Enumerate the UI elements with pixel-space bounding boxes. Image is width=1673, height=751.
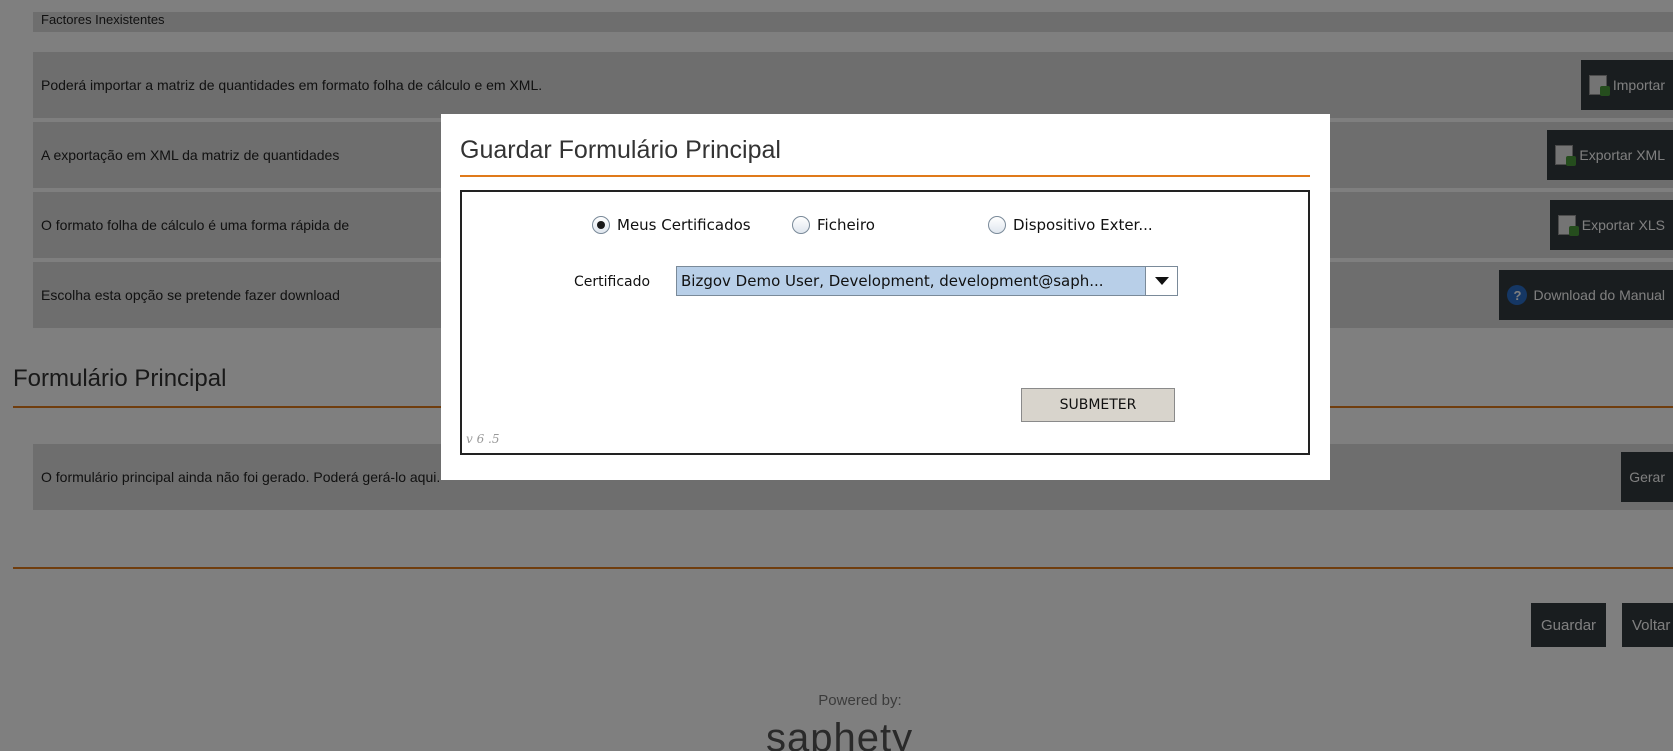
- radio-my-certificates[interactable]: Meus Certificados: [592, 216, 751, 234]
- radio-external-device-label: Dispositivo Exter...: [1013, 216, 1153, 234]
- radio-file-label: Ficheiro: [817, 216, 875, 234]
- radio-file[interactable]: Ficheiro: [792, 216, 875, 234]
- modal-divider: [460, 175, 1310, 177]
- signing-applet: Meus Certificados Ficheiro Dispositivo E…: [460, 190, 1310, 455]
- certificate-select[interactable]: Bizgov Demo User, Development, developme…: [676, 266, 1178, 296]
- modal-title: Guardar Formulário Principal: [460, 136, 781, 164]
- certificate-select-value: Bizgov Demo User, Development, developme…: [681, 272, 1104, 290]
- radio-external-device[interactable]: Dispositivo Exter...: [988, 216, 1153, 234]
- certificate-label: Certificado: [574, 274, 651, 290]
- chevron-down-icon[interactable]: [1145, 267, 1177, 295]
- save-form-modal: Guardar Formulário Principal Meus Certif…: [441, 114, 1330, 480]
- version-text: v 6 .5: [466, 432, 500, 446]
- radio-my-certificates-label: Meus Certificados: [617, 216, 751, 234]
- radio-unchecked-icon: [988, 216, 1006, 234]
- radio-checked-icon: [592, 216, 610, 234]
- radio-unchecked-icon: [792, 216, 810, 234]
- submit-button[interactable]: SUBMETER: [1021, 388, 1175, 422]
